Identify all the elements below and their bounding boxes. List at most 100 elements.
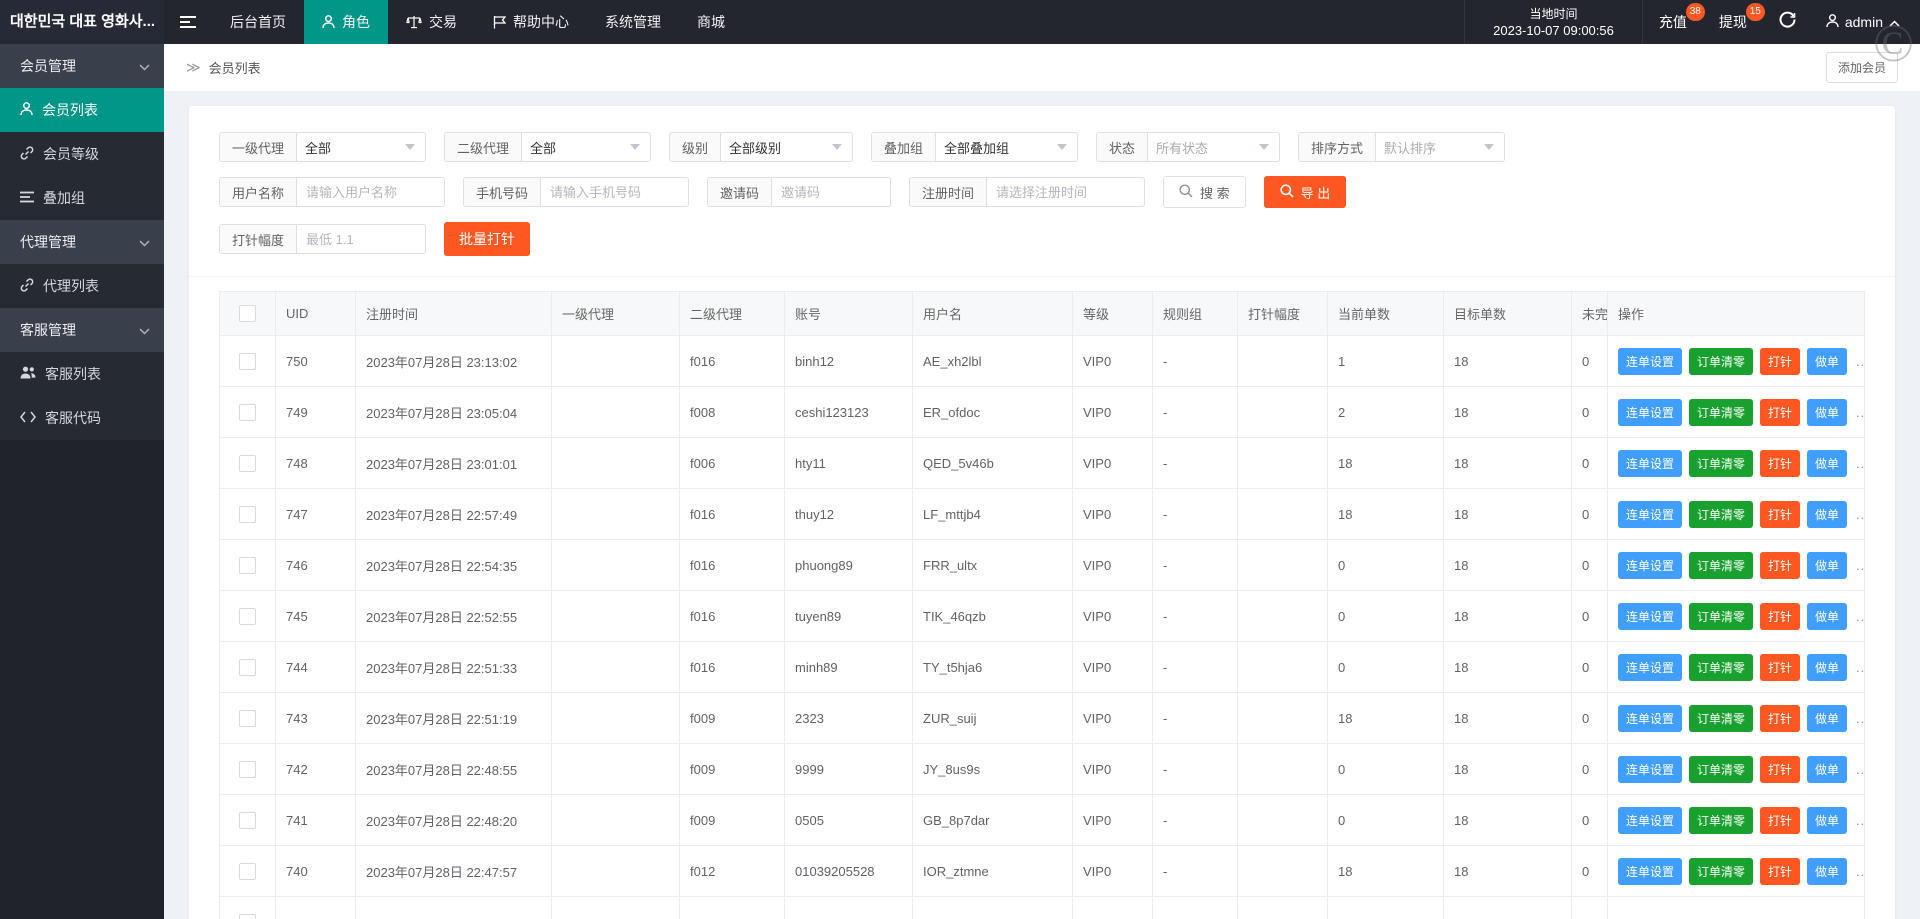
filter-level-select[interactable]: 级别 全部级别 [669,132,853,162]
row-checkbox[interactable] [239,761,256,778]
more-actions-button[interactable]: ... [1854,456,1864,471]
more-actions-button[interactable]: ... [1854,609,1864,624]
nav-item-roles[interactable]: 角色 [304,0,388,44]
more-actions-button[interactable]: ... [1854,558,1864,573]
inject-button[interactable]: 打针 [1760,807,1800,834]
filter-status-select[interactable]: 状态 所有状态 [1096,132,1280,162]
order-clear-button[interactable]: 订单清零 [1689,399,1753,426]
sidebar-group-member-management[interactable]: 会员管理 [0,44,164,88]
inject-button[interactable]: 打针 [1760,756,1800,783]
chain-order-settings-button[interactable]: 连单设置 [1618,552,1682,579]
sidebar-item-member-level[interactable]: 会员等级 [0,132,164,176]
chain-order-settings-button[interactable]: 连单设置 [1618,705,1682,732]
chain-order-settings-button[interactable]: 连单设置 [1618,399,1682,426]
sidebar-toggle-button[interactable] [164,0,212,44]
inject-button[interactable]: 打针 [1760,654,1800,681]
order-clear-button[interactable]: 订单清零 [1689,654,1753,681]
make-order-button[interactable]: 做单 [1807,552,1847,579]
more-actions-button[interactable]: ... [1854,711,1864,726]
row-checkbox[interactable] [239,455,256,472]
nav-item-help-center[interactable]: 帮助中心 [475,0,587,44]
inject-button[interactable]: 打针 [1760,450,1800,477]
row-checkbox[interactable] [239,659,256,676]
sidebar-item-stack-group[interactable]: 叠加组 [0,176,164,220]
export-button[interactable]: 导 出 [1264,176,1347,208]
make-order-button[interactable]: 做单 [1807,654,1847,681]
chain-order-settings-button[interactable]: 连单设置 [1618,348,1682,375]
make-order-button[interactable]: 做单 [1807,705,1847,732]
inject-button[interactable]: 打针 [1760,705,1800,732]
row-checkbox[interactable] [239,353,256,370]
more-actions-button[interactable]: ... [1854,660,1864,675]
make-order-button[interactable]: 做单 [1807,603,1847,630]
row-checkbox[interactable] [239,710,256,727]
row-checkbox[interactable] [239,404,256,421]
recharge-button[interactable]: 充值 38 [1643,0,1703,44]
inject-button[interactable]: 打针 [1760,552,1800,579]
make-order-button[interactable]: 做单 [1807,501,1847,528]
more-actions-button[interactable]: ... [1854,405,1864,420]
chain-order-settings-button[interactable]: 连单设置 [1618,858,1682,885]
row-checkbox[interactable] [239,608,256,625]
sidebar-item-service-list[interactable]: 客服列表 [0,352,164,396]
row-checkbox[interactable] [239,557,256,574]
order-clear-button[interactable]: 订单清零 [1689,807,1753,834]
sidebar-item-member-list[interactable]: 会员列表 [0,88,164,132]
inject-button[interactable]: 打针 [1760,399,1800,426]
phone-input[interactable] [541,185,688,200]
search-button[interactable]: 搜 索 [1163,176,1246,208]
chain-order-settings-button[interactable]: 连单设置 [1618,450,1682,477]
filter-agent2-select[interactable]: 二级代理 全部 [444,132,651,162]
make-order-button[interactable]: 做单 [1807,858,1847,885]
order-clear-button[interactable]: 订单清零 [1689,348,1753,375]
user-menu[interactable]: admin [1812,0,1920,44]
order-clear-button[interactable]: 订单清零 [1689,705,1753,732]
filter-agent1-select[interactable]: 一级代理 全部 [219,132,426,162]
row-checkbox[interactable] [239,812,256,829]
nav-item-dashboard[interactable]: 后台首页 [212,0,304,44]
withdraw-button[interactable]: 提现 15 [1703,0,1763,44]
nav-item-trade[interactable]: 交易 [388,0,475,44]
refresh-button[interactable] [1763,0,1812,44]
sidebar-group-service-management[interactable]: 客服管理 [0,308,164,352]
chain-order-settings-button[interactable]: 连单设置 [1618,501,1682,528]
order-clear-button[interactable]: 订单清零 [1689,552,1753,579]
filter-stack-group-select[interactable]: 叠加组 全部叠加组 [871,132,1078,162]
make-order-button[interactable]: 做单 [1807,756,1847,783]
nav-item-system[interactable]: 系统管理 [587,0,679,44]
inject-button[interactable]: 打针 [1760,858,1800,885]
more-actions-button[interactable]: ... [1854,507,1864,522]
more-actions-button[interactable]: ... [1854,354,1864,369]
more-actions-button[interactable]: ... [1854,762,1864,777]
chain-order-settings-button[interactable]: 连单设置 [1618,603,1682,630]
batch-inject-button[interactable]: 批量打针 [444,222,530,256]
make-order-button[interactable]: 做单 [1807,399,1847,426]
row-checkbox[interactable] [239,863,256,880]
select-all-checkbox[interactable] [239,305,256,322]
order-clear-button[interactable]: 订单清零 [1689,501,1753,528]
chain-order-settings-button[interactable]: 连单设置 [1618,756,1682,783]
make-order-button[interactable]: 做单 [1807,348,1847,375]
invite-code-input[interactable] [772,185,890,200]
inject-button[interactable]: 打针 [1760,603,1800,630]
make-order-button[interactable]: 做单 [1807,450,1847,477]
chain-order-settings-button[interactable]: 连单设置 [1618,654,1682,681]
username-input[interactable] [297,185,444,200]
row-checkbox[interactable] [239,914,256,919]
order-clear-button[interactable]: 订单清零 [1689,450,1753,477]
nav-item-mall[interactable]: 商城 [679,0,743,44]
register-time-input[interactable] [987,185,1144,200]
more-actions-button[interactable]: ... [1854,813,1864,828]
needle-range-input[interactable] [297,232,425,247]
order-clear-button[interactable]: 订单清零 [1689,756,1753,783]
chain-order-settings-button[interactable]: 连单设置 [1618,807,1682,834]
sidebar-item-service-code[interactable]: 客服代码 [0,396,164,440]
filter-sort-select[interactable]: 排序方式 默认排序 [1298,132,1505,162]
make-order-button[interactable]: 做单 [1807,807,1847,834]
row-checkbox[interactable] [239,506,256,523]
order-clear-button[interactable]: 订单清零 [1689,858,1753,885]
more-actions-button[interactable]: ... [1854,864,1864,879]
add-member-button[interactable]: 添加会员 [1826,52,1898,83]
sidebar-item-agent-list[interactable]: 代理列表 [0,264,164,308]
inject-button[interactable]: 打针 [1760,348,1800,375]
